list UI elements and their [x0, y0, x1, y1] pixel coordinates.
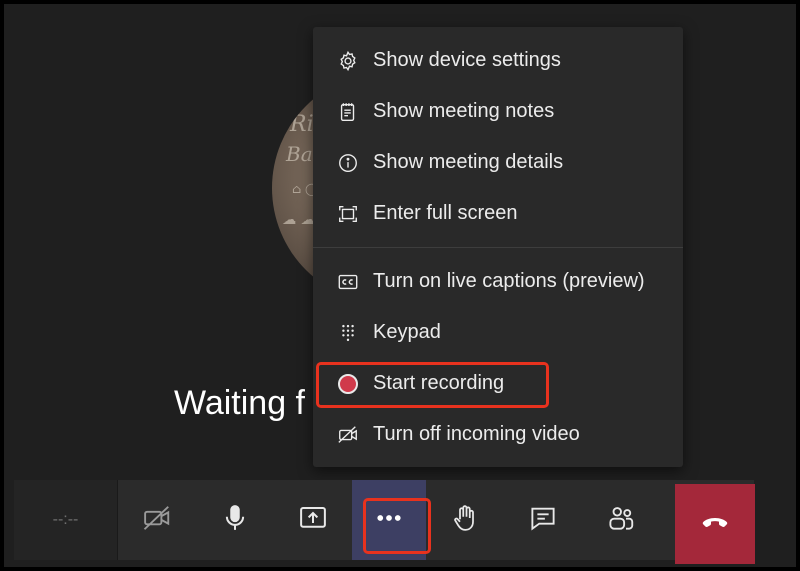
- gear-icon: [335, 48, 361, 74]
- video-off-icon: [335, 422, 361, 448]
- fullscreen-icon: [335, 201, 361, 227]
- menu-item-start-recording[interactable]: Start recording: [313, 358, 683, 409]
- microphone-icon: [220, 503, 250, 538]
- share-screen-button[interactable]: [274, 480, 352, 560]
- info-icon: [335, 150, 361, 176]
- waiting-text: Waiting f: [174, 384, 306, 422]
- participants-button[interactable]: [582, 480, 660, 560]
- chat-button[interactable]: [504, 480, 582, 560]
- raise-hand-icon: [450, 503, 480, 538]
- keypad-icon: [335, 320, 361, 346]
- call-timer: --:--: [14, 480, 118, 560]
- participants-icon: [606, 503, 636, 538]
- more-options-icon: [374, 503, 404, 538]
- menu-item-label: Show meeting notes: [373, 100, 555, 122]
- captions-icon: [335, 269, 361, 295]
- chat-icon: [528, 503, 558, 538]
- menu-item-meeting-details[interactable]: Show meeting details: [313, 137, 683, 188]
- menu-item-incoming-video[interactable]: Turn off incoming video: [313, 409, 683, 460]
- hang-up-icon: [699, 506, 731, 543]
- camera-toggle-button[interactable]: [118, 480, 196, 560]
- more-options-menu: Show device settings Show meeting notes …: [313, 27, 683, 467]
- notes-icon: [335, 99, 361, 125]
- menu-divider: [313, 247, 683, 248]
- call-toolbar: --:--: [14, 480, 754, 560]
- menu-item-full-screen[interactable]: Enter full screen: [313, 188, 683, 239]
- camera-off-icon: [142, 503, 172, 538]
- menu-item-label: Keypad: [373, 321, 441, 343]
- menu-item-device-settings[interactable]: Show device settings: [313, 35, 683, 86]
- menu-item-label: Turn off incoming video: [373, 423, 580, 445]
- hang-up-button[interactable]: [675, 484, 755, 564]
- menu-item-label: Show device settings: [373, 49, 561, 71]
- microphone-button[interactable]: [196, 480, 274, 560]
- menu-item-label: Start recording: [373, 372, 505, 394]
- record-icon: [335, 371, 361, 397]
- menu-item-keypad[interactable]: Keypad: [313, 307, 683, 358]
- menu-item-label: Turn on live captions (preview): [373, 270, 645, 292]
- menu-item-live-captions[interactable]: Turn on live captions (preview): [313, 256, 683, 307]
- menu-item-label: Enter full screen: [373, 202, 518, 224]
- menu-item-meeting-notes[interactable]: Show meeting notes: [313, 86, 683, 137]
- share-screen-icon: [298, 503, 328, 538]
- raise-hand-button[interactable]: [426, 480, 504, 560]
- more-options-button[interactable]: [352, 480, 426, 560]
- menu-item-label: Show meeting details: [373, 151, 564, 173]
